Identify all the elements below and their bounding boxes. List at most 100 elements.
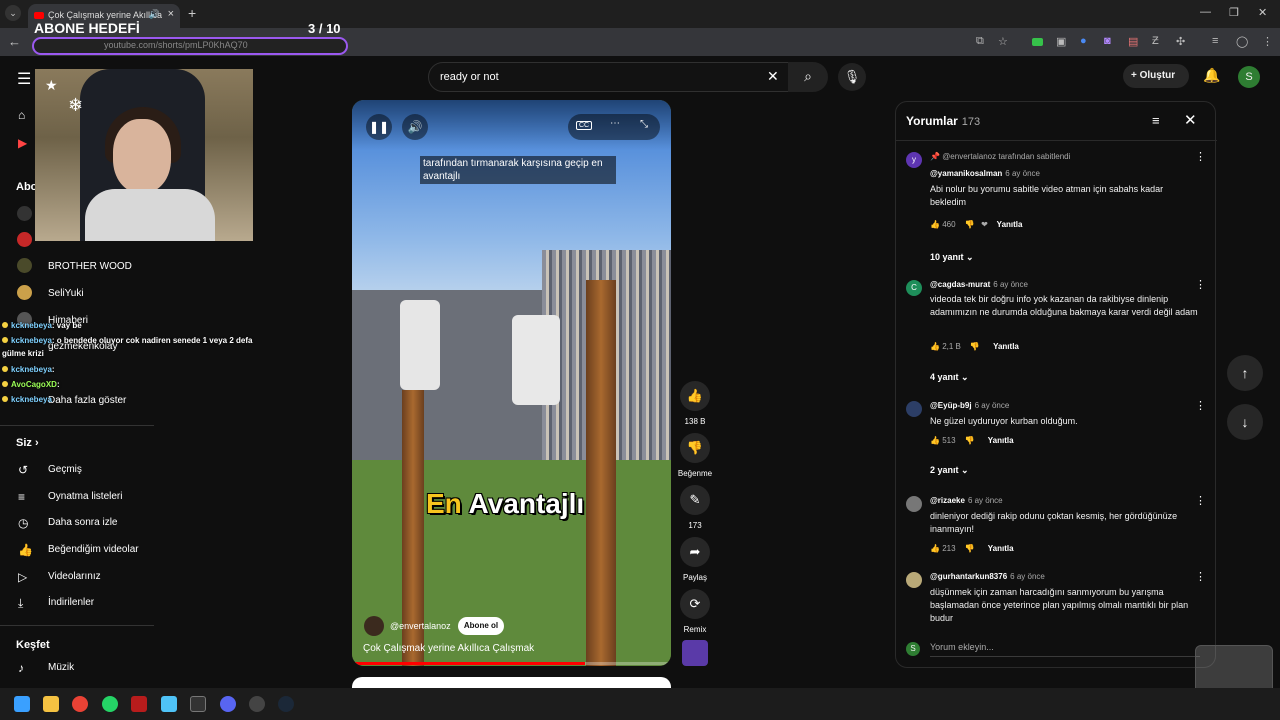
home-icon[interactable]: ⌂ (18, 108, 25, 122)
app-icon[interactable] (249, 696, 265, 712)
audio-thumbnail[interactable] (682, 640, 708, 666)
sidebar-item-playlists[interactable]: Oynatma listeleri (48, 491, 122, 502)
captions-button[interactable]: CC (576, 121, 593, 130)
minimize-button[interactable]: — (1200, 6, 1211, 18)
search-button[interactable]: ⌕ (788, 62, 828, 92)
comment-author[interactable]: @gurhantarkun8376 6 ay önce (930, 572, 1045, 581)
new-tab-button[interactable]: + (188, 5, 196, 21)
whatsapp-icon[interactable] (102, 696, 118, 712)
fullscreen-icon[interactable]: ⤡ (640, 119, 648, 130)
shorts-icon[interactable]: ▶ (18, 136, 27, 150)
extensions-puzzle-icon[interactable]: ✣ (1176, 35, 1185, 48)
replies-toggle[interactable]: 4 yanıt ⌄ (930, 372, 969, 383)
clear-search-icon[interactable]: ✕ (767, 68, 779, 85)
you-heading[interactable]: Siz › (16, 437, 39, 449)
epic-games-icon[interactable] (190, 696, 206, 712)
steam-icon[interactable] (278, 696, 294, 712)
avatar[interactable]: S (1238, 66, 1260, 88)
sidebar-item-your-videos[interactable]: Videolarınız (48, 571, 101, 582)
comment-menu-icon[interactable]: ⋮ (1195, 494, 1206, 507)
comment-dislike-icon[interactable]: 👎 (964, 544, 974, 553)
extension-icon[interactable]: ▣ (1056, 35, 1066, 48)
comment-menu-icon[interactable]: ⋮ (1195, 278, 1206, 291)
comment-avatar[interactable]: C (906, 280, 922, 296)
comment-input[interactable]: Yorum ekleyin... (930, 642, 1200, 657)
bell-icon[interactable]: 🔔 (1203, 67, 1220, 84)
photos-icon[interactable] (161, 696, 177, 712)
channel-avatar[interactable] (364, 616, 384, 636)
extension-icon[interactable]: ▤ (1128, 35, 1138, 48)
replies-toggle[interactable]: 10 yanıt ⌄ (930, 252, 974, 263)
file-explorer-icon[interactable] (43, 696, 59, 712)
comment-author[interactable]: @cagdas-murat 6 ay önce (930, 280, 1028, 289)
arrow-down-icon[interactable]: ↓ (1227, 404, 1263, 440)
subscribe-button[interactable]: Abone ol (458, 617, 504, 635)
maximize-button[interactable]: ❐ (1229, 6, 1239, 19)
comment-author[interactable]: @yamanikosalman 6 ay önce (930, 169, 1040, 178)
share-icon[interactable]: ➦ (680, 537, 710, 567)
comment-dislike-icon[interactable]: 👎 (970, 342, 980, 351)
close-icon[interactable]: ✕ (1184, 111, 1197, 129)
extension-icon[interactable] (1032, 38, 1043, 46)
remix-icon[interactable]: ⟳ (680, 589, 710, 619)
reply-button[interactable]: Yanıtla (988, 436, 1014, 445)
sort-icon[interactable]: ≡ (1152, 113, 1160, 128)
media-icon[interactable]: ≡ (1212, 35, 1218, 47)
back-icon[interactable]: ← (8, 34, 21, 49)
replies-toggle[interactable]: 2 yanıt ⌄ (930, 465, 969, 476)
more-icon[interactable]: ⋯ (610, 118, 620, 129)
reply-button[interactable]: Yanıtla (988, 544, 1014, 553)
like-icon[interactable]: 👍 (680, 381, 710, 411)
discord-icon[interactable] (220, 696, 236, 712)
video-progress-bar[interactable] (352, 662, 671, 665)
comment-dislike-icon[interactable]: 👎 (964, 220, 974, 229)
app-icon[interactable] (131, 696, 147, 712)
channel-name[interactable]: @envertalanoz (390, 621, 451, 631)
cast-icon[interactable]: ⧉ (976, 35, 984, 48)
sidebar-item-liked[interactable]: Beğendiğim videolar (48, 544, 139, 555)
sidebar-channel-brother-wood[interactable]: BROTHER WOOD (48, 261, 132, 272)
dislike-icon[interactable]: 👎 (680, 433, 710, 463)
volume-icon[interactable]: 🔊 (402, 114, 428, 140)
sidebar-item-watch-later[interactable]: Daha sonra izle (48, 517, 117, 528)
create-button[interactable]: + Oluştur (1123, 64, 1189, 88)
sidebar-item-music[interactable]: Müzik (48, 662, 74, 673)
tab-search-icon[interactable]: ⌄ (5, 5, 21, 21)
sidebar-show-more[interactable]: Daha fazla göster (48, 395, 126, 406)
window-close-button[interactable]: ✕ (1258, 6, 1267, 19)
tab-close-icon[interactable]: × (168, 8, 174, 20)
comment-avatar[interactable] (906, 401, 922, 417)
mic-icon[interactable]: 🎙 (838, 63, 866, 91)
pause-icon[interactable]: ❚❚ (366, 114, 392, 140)
extension-icon[interactable]: Ƶ (1152, 35, 1159, 47)
sidebar-item-history[interactable]: Geçmiş (48, 464, 82, 475)
comment-author[interactable]: @Eyüp-b9j 6 ay önce (930, 401, 1009, 410)
browser-menu-icon[interactable]: ⋮ (1262, 35, 1273, 48)
bookmark-star-icon[interactable]: ☆ (998, 35, 1008, 48)
speaker-icon[interactable]: 🔊 (149, 9, 160, 20)
extension-icon[interactable]: ● (1080, 35, 1087, 47)
comment-author[interactable]: @rizaeke 6 ay önce (930, 496, 1003, 505)
url-field[interactable]: youtube.com/shorts/pmLP0KhAQ70 (32, 37, 348, 55)
comment-avatar[interactable] (906, 496, 922, 512)
video-title[interactable]: Çok Çalışmak yerine Akıllıca Çalışmak (363, 643, 534, 654)
menu-icon[interactable]: ☰ (17, 69, 31, 89)
shorts-video-player[interactable]: ❚❚ 🔊 CC ⋯ ⤡ tarafından tırmanarak karşıs… (352, 100, 671, 666)
comment-menu-icon[interactable]: ⋮ (1195, 570, 1206, 583)
comment-dislike-icon[interactable]: 👎 (964, 436, 974, 445)
extension-icon[interactable]: ◙ (1104, 35, 1111, 47)
profile-icon[interactable]: ◯ (1236, 35, 1248, 48)
reply-button[interactable]: Yanıtla (997, 220, 1023, 229)
comment-avatar[interactable]: y (906, 152, 922, 168)
comment-avatar[interactable] (906, 572, 922, 588)
arrow-up-icon[interactable]: ↑ (1227, 355, 1263, 391)
comment-menu-icon[interactable]: ⋮ (1195, 399, 1206, 412)
reply-button[interactable]: Yanıtla (993, 342, 1019, 351)
windows-start-icon[interactable] (14, 696, 30, 712)
chrome-icon[interactable] (72, 696, 88, 712)
comment-icon[interactable]: ✎ (680, 485, 710, 515)
comment-menu-icon[interactable]: ⋮ (1195, 150, 1206, 163)
search-input[interactable]: ready or not (428, 62, 790, 92)
sidebar-channel-seliyuki[interactable]: SeliYuki (48, 288, 84, 299)
sidebar-item-downloads[interactable]: İndirilenler (48, 597, 94, 608)
